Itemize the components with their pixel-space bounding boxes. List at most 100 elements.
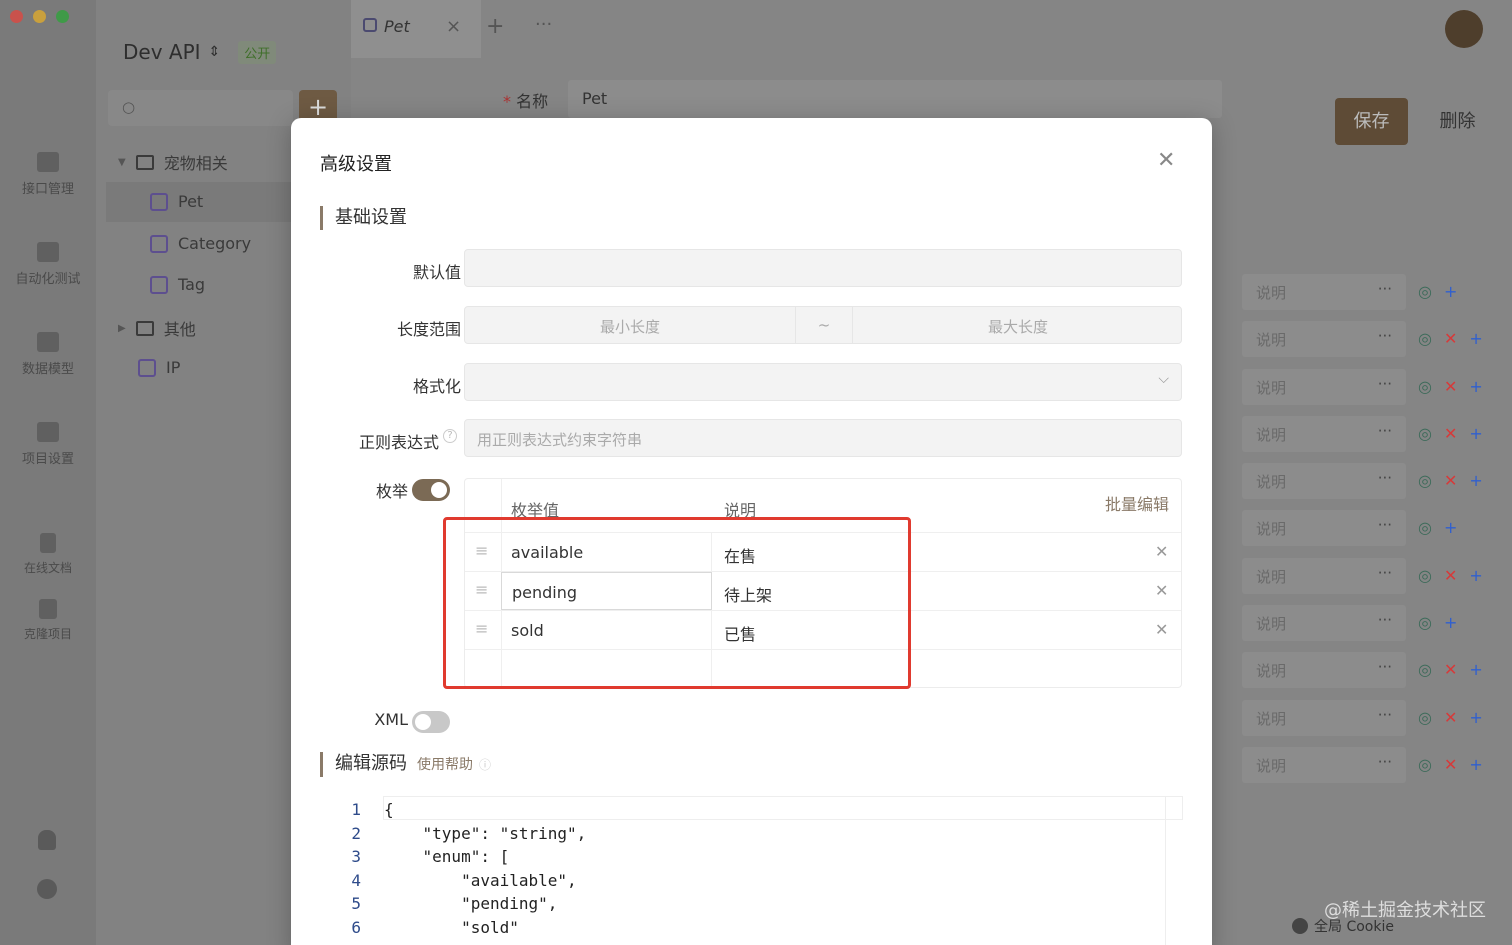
maximize-window-button[interactable] — [56, 10, 69, 23]
add-icon[interactable]: + — [1469, 566, 1482, 585]
delete-button[interactable]: 删除 — [1421, 98, 1494, 145]
max-length-input[interactable]: 最大长度 — [853, 307, 1183, 343]
add-icon[interactable]: + — [1469, 660, 1482, 679]
remove-icon[interactable]: ✕ — [1444, 566, 1457, 585]
enum-toggle[interactable] — [412, 479, 450, 501]
more-icon[interactable]: ··· — [1378, 375, 1392, 393]
remove-icon[interactable]: ✕ — [1155, 620, 1168, 639]
rail-item-clone[interactable]: 克隆项目 — [0, 599, 96, 642]
add-icon[interactable]: + — [1469, 708, 1482, 727]
settings-icon[interactable]: ◎ — [1418, 708, 1432, 727]
settings-icon[interactable]: ◎ — [1418, 282, 1432, 301]
add-icon[interactable]: + — [1444, 518, 1457, 537]
more-icon[interactable]: ··· — [1378, 564, 1392, 582]
property-desc-input[interactable]: 说明 ··· — [1242, 700, 1406, 736]
min-length-input[interactable]: 最小长度 — [465, 307, 795, 343]
settings-icon[interactable]: ◎ — [1418, 329, 1432, 348]
property-desc-input[interactable]: 说明 ··· — [1242, 416, 1406, 452]
add-icon[interactable]: + — [1444, 613, 1457, 632]
line-number: 4 — [351, 870, 361, 890]
tree-search-input[interactable]: ○ — [108, 90, 293, 126]
rail-item-docs[interactable]: 在线文档 — [0, 533, 96, 576]
more-icon[interactable]: ··· — [1378, 706, 1392, 724]
settings-icon[interactable]: ◎ — [1418, 424, 1432, 443]
project-switcher[interactable]: Dev API ⇕ 公开 — [123, 40, 277, 64]
default-value-input[interactable] — [464, 249, 1182, 287]
gear-icon[interactable] — [37, 879, 57, 899]
remove-icon[interactable]: ✕ — [1444, 471, 1457, 490]
add-icon[interactable]: + — [1469, 377, 1482, 396]
settings-icon[interactable]: ◎ — [1418, 613, 1432, 632]
rail-item-autotest[interactable]: 自动化测试 — [0, 242, 96, 287]
property-desc-input[interactable]: 说明 ··· — [1242, 274, 1406, 310]
property-desc-input[interactable]: 说明 ··· — [1242, 747, 1406, 783]
settings-icon[interactable]: ◎ — [1418, 660, 1432, 679]
more-icon[interactable]: ··· — [1378, 422, 1392, 440]
close-window-button[interactable] — [10, 10, 23, 23]
tree-folder-other[interactable]: ▶ 其他 — [118, 316, 196, 340]
remove-icon[interactable]: ✕ — [1444, 424, 1457, 443]
add-icon[interactable]: + — [1469, 424, 1482, 443]
settings-icon[interactable]: ◎ — [1418, 518, 1432, 537]
settings-icon[interactable]: ◎ — [1418, 471, 1432, 490]
close-tab-icon[interactable]: × — [446, 16, 461, 37]
rail-item-settings[interactable]: 项目设置 — [0, 422, 96, 467]
tab-pet[interactable]: Pet × — [351, 0, 481, 58]
batch-edit-link[interactable]: 批量编辑 — [1105, 491, 1169, 515]
settings-icon[interactable]: ◎ — [1418, 755, 1432, 774]
settings-icon[interactable]: ◎ — [1418, 566, 1432, 585]
remove-icon[interactable]: ✕ — [1444, 660, 1457, 679]
save-button[interactable]: 保存 — [1335, 98, 1408, 145]
regex-input[interactable]: 用正则表达式约束字符串 — [464, 419, 1182, 457]
add-icon[interactable]: + — [1469, 471, 1482, 490]
property-desc-input[interactable]: 说明 ··· — [1242, 321, 1406, 357]
settings-icon[interactable]: ◎ — [1418, 377, 1432, 396]
more-icon[interactable]: ··· — [1378, 280, 1392, 298]
new-tab-icon[interactable]: + — [486, 14, 504, 39]
close-icon[interactable]: ✕ — [1157, 148, 1175, 173]
add-icon[interactable]: + — [1444, 282, 1457, 301]
rail-item-models[interactable]: 数据模型 — [0, 332, 96, 377]
tree-folder-pets[interactable]: ▼ 宠物相关 — [118, 150, 228, 174]
remove-icon[interactable]: ✕ — [1444, 708, 1457, 727]
tree-item-category[interactable]: Category — [150, 234, 251, 253]
more-tabs-icon[interactable]: ··· — [535, 14, 552, 35]
help-icon[interactable]: ? — [443, 429, 457, 443]
property-desc-input[interactable]: 说明 ··· — [1242, 369, 1406, 405]
code-line: "available", — [384, 870, 577, 890]
property-desc-input[interactable]: 说明 ··· — [1242, 510, 1406, 546]
folder-label: 宠物相关 — [163, 154, 228, 173]
remove-icon[interactable]: ✕ — [1444, 377, 1457, 396]
more-icon[interactable]: ··· — [1378, 469, 1392, 487]
sync-icon[interactable] — [1445, 10, 1483, 48]
rail-item-api[interactable]: 接口管理 — [0, 152, 96, 197]
name-input[interactable]: Pet — [568, 80, 1222, 118]
bell-icon[interactable] — [38, 830, 56, 850]
tree-item-ip[interactable]: IP — [138, 358, 180, 377]
add-icon[interactable]: + — [1469, 755, 1482, 774]
more-icon[interactable]: ··· — [1378, 327, 1392, 345]
tree-item-tag[interactable]: Tag — [150, 275, 205, 294]
remove-icon[interactable]: ✕ — [1444, 329, 1457, 348]
more-icon[interactable]: ··· — [1378, 611, 1392, 629]
remove-icon[interactable]: ✕ — [1155, 542, 1168, 561]
more-icon[interactable]: ··· — [1378, 516, 1392, 534]
property-desc-input[interactable]: 说明 ··· — [1242, 605, 1406, 641]
usage-help-link[interactable]: 使用帮助 — [417, 757, 473, 773]
remove-icon[interactable]: ✕ — [1155, 581, 1168, 600]
property-desc-input[interactable]: 说明 ··· — [1242, 463, 1406, 499]
docs-icon — [40, 533, 56, 553]
add-icon[interactable]: + — [1469, 329, 1482, 348]
xml-toggle[interactable] — [412, 711, 450, 733]
format-select[interactable]: ⌵ — [464, 363, 1182, 401]
remove-icon[interactable]: ✕ — [1444, 755, 1457, 774]
property-desc-input[interactable]: 说明 ··· — [1242, 558, 1406, 594]
more-icon[interactable]: ··· — [1378, 658, 1392, 676]
help-icon[interactable]: ⓘ — [479, 758, 491, 772]
property-desc-input[interactable]: 说明 ··· — [1242, 652, 1406, 688]
minimize-window-button[interactable] — [33, 10, 46, 23]
name-label: * 名称 — [503, 92, 549, 111]
folder-label: 其他 — [163, 320, 196, 339]
more-icon[interactable]: ··· — [1378, 753, 1392, 771]
tree-item-pet[interactable]: Pet — [150, 192, 203, 211]
